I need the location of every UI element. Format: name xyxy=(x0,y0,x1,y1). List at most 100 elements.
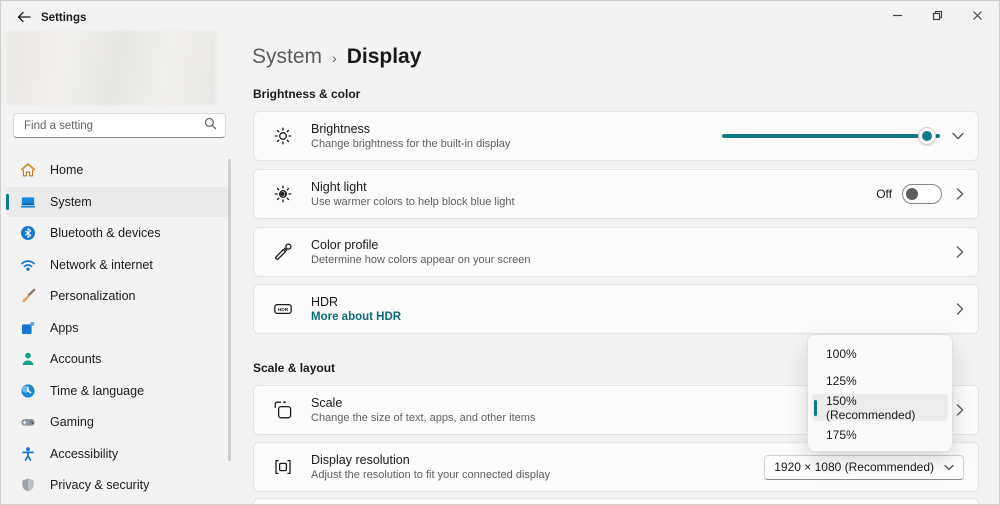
close-icon[interactable] xyxy=(957,1,997,29)
window-controls xyxy=(877,1,997,29)
chevron-down-icon[interactable] xyxy=(952,132,964,140)
sidebar-item-accounts[interactable]: Accounts xyxy=(6,344,230,374)
next-card-partial xyxy=(253,498,979,504)
night-light-title: Night light xyxy=(311,180,367,194)
section-heading-scale-layout: Scale & layout xyxy=(253,361,336,375)
sidebar-item-system[interactable]: System xyxy=(6,186,230,217)
apps-icon xyxy=(20,320,36,336)
home-icon xyxy=(20,162,36,178)
brightness-title: Brightness xyxy=(311,122,371,136)
page-title: Display xyxy=(346,45,422,68)
sidebar: Home System Bluetooth & devices Net xyxy=(1,31,239,504)
sidebar-nav: Home System Bluetooth & devices Network … xyxy=(6,155,230,502)
section-heading-brightness-color: Brightness & color xyxy=(253,87,361,101)
accounts-person-icon xyxy=(20,351,36,367)
scale-option-100[interactable]: 100% xyxy=(812,340,948,367)
brightness-subtitle: Change brightness for the built-in displ… xyxy=(311,138,511,150)
breadcrumb: System › Display xyxy=(252,45,421,69)
sidebar-item-label: Time & language xyxy=(50,383,145,398)
scale-option-150-recommended[interactable]: 150% (Recommended) xyxy=(812,393,948,422)
resolution-dropdown[interactable]: 1920 × 1080 (Recommended) xyxy=(764,454,964,480)
sidebar-item-home[interactable]: Home xyxy=(6,155,230,185)
slider-track xyxy=(722,134,940,138)
slider-thumb[interactable] xyxy=(917,127,936,145)
search-box[interactable] xyxy=(13,113,226,138)
back-button[interactable] xyxy=(11,6,37,28)
sidebar-item-label: Accessibility xyxy=(50,446,119,461)
option-label: 150% (Recommended) xyxy=(826,393,916,422)
chevron-right-icon[interactable] xyxy=(956,404,964,416)
scale-dropdown-flyout: 100% 125% 150% (Recommended) 175% xyxy=(807,334,953,452)
svg-text:HDR: HDR xyxy=(278,307,289,313)
scale-title: Scale xyxy=(311,396,343,410)
sidebar-scrollbar[interactable] xyxy=(228,159,231,461)
gaming-gamepad-icon xyxy=(20,414,36,430)
search-input[interactable] xyxy=(24,119,204,132)
sidebar-item-label: Apps xyxy=(50,320,79,335)
hdr-title: HDR xyxy=(311,295,339,309)
color-dropper-icon xyxy=(271,240,295,264)
sidebar-item-gaming[interactable]: Gaming xyxy=(6,407,230,437)
sidebar-item-network-internet[interactable]: Network & internet xyxy=(6,250,230,280)
chevron-right-icon[interactable] xyxy=(956,188,964,200)
sidebar-item-time-language[interactable]: Time & language xyxy=(6,376,230,406)
system-icon xyxy=(20,194,36,210)
scale-icon xyxy=(271,398,295,422)
bluetooth-icon xyxy=(20,225,36,241)
sidebar-item-accessibility[interactable]: Accessibility xyxy=(6,439,230,469)
night-light-subtitle: Use warmer colors to help block blue lig… xyxy=(311,196,515,208)
option-label: 175% xyxy=(826,427,857,442)
restore-icon[interactable] xyxy=(917,1,957,29)
display-resolution-subtitle: Adjust the resolution to fit your connec… xyxy=(311,469,551,481)
sidebar-item-label: Network & internet xyxy=(50,257,153,272)
sidebar-item-bluetooth-devices[interactable]: Bluetooth & devices xyxy=(6,218,230,248)
option-label: 100% xyxy=(826,346,857,361)
toggle-knob xyxy=(906,188,918,200)
sidebar-item-privacy-security[interactable]: Privacy & security xyxy=(6,470,230,500)
personalization-brush-icon xyxy=(20,288,36,304)
scale-subtitle: Change the size of text, apps, and other… xyxy=(311,412,536,424)
selected-accent-bar xyxy=(814,399,817,416)
scale-option-125[interactable]: 125% xyxy=(812,367,948,394)
brightness-slider[interactable] xyxy=(722,127,940,145)
sidebar-item-apps[interactable]: Apps xyxy=(6,313,230,343)
settings-window: Settings Home xyxy=(0,0,1000,505)
sidebar-item-label: Privacy & security xyxy=(50,478,150,492)
color-profile-title: Color profile xyxy=(311,238,379,252)
network-wifi-icon xyxy=(20,257,36,273)
scale-option-175[interactable]: 175% xyxy=(812,421,948,448)
privacy-shield-icon xyxy=(20,477,36,493)
hdr-card[interactable]: HDR HDR More about HDR xyxy=(253,284,979,334)
resolution-dropdown-value: 1920 × 1080 (Recommended) xyxy=(774,460,934,474)
user-profile-blurred xyxy=(7,31,216,105)
sidebar-item-personalization[interactable]: Personalization xyxy=(6,281,230,311)
sidebar-item-label: Bluetooth & devices xyxy=(50,226,161,240)
brightness-sun-icon xyxy=(271,124,295,148)
sidebar-item-label: Home xyxy=(50,163,84,177)
sidebar-item-label: Accounts xyxy=(50,352,102,366)
night-light-toggle[interactable] xyxy=(902,184,942,204)
app-title: Settings xyxy=(41,12,87,24)
selected-accent-bar xyxy=(6,193,9,210)
brightness-card: Brightness Change brightness for the bui… xyxy=(253,111,979,161)
breadcrumb-separator-icon: › xyxy=(332,50,337,66)
night-light-toggle-state: Off xyxy=(876,187,892,201)
minimize-icon[interactable] xyxy=(877,1,917,29)
titlebar: Settings xyxy=(1,1,999,31)
color-profile-subtitle: Determine how colors appear on your scre… xyxy=(311,254,531,266)
hdr-more-link[interactable]: More about HDR xyxy=(311,311,401,323)
hdr-badge-icon: HDR xyxy=(271,297,295,321)
option-label: 125% xyxy=(826,373,857,388)
time-language-clock-icon xyxy=(20,383,36,399)
search-icon xyxy=(204,117,217,135)
display-resolution-title: Display resolution xyxy=(311,453,410,467)
chevron-down-icon xyxy=(944,464,954,471)
sidebar-item-label: System xyxy=(50,194,92,209)
resolution-icon xyxy=(271,455,295,479)
night-light-icon xyxy=(271,182,295,206)
color-profile-card[interactable]: Color profile Determine how colors appea… xyxy=(253,227,979,277)
breadcrumb-parent[interactable]: System xyxy=(252,45,322,69)
chevron-right-icon[interactable] xyxy=(956,246,964,258)
chevron-right-icon[interactable] xyxy=(956,303,964,315)
night-light-card[interactable]: Night light Use warmer colors to help bl… xyxy=(253,169,979,219)
